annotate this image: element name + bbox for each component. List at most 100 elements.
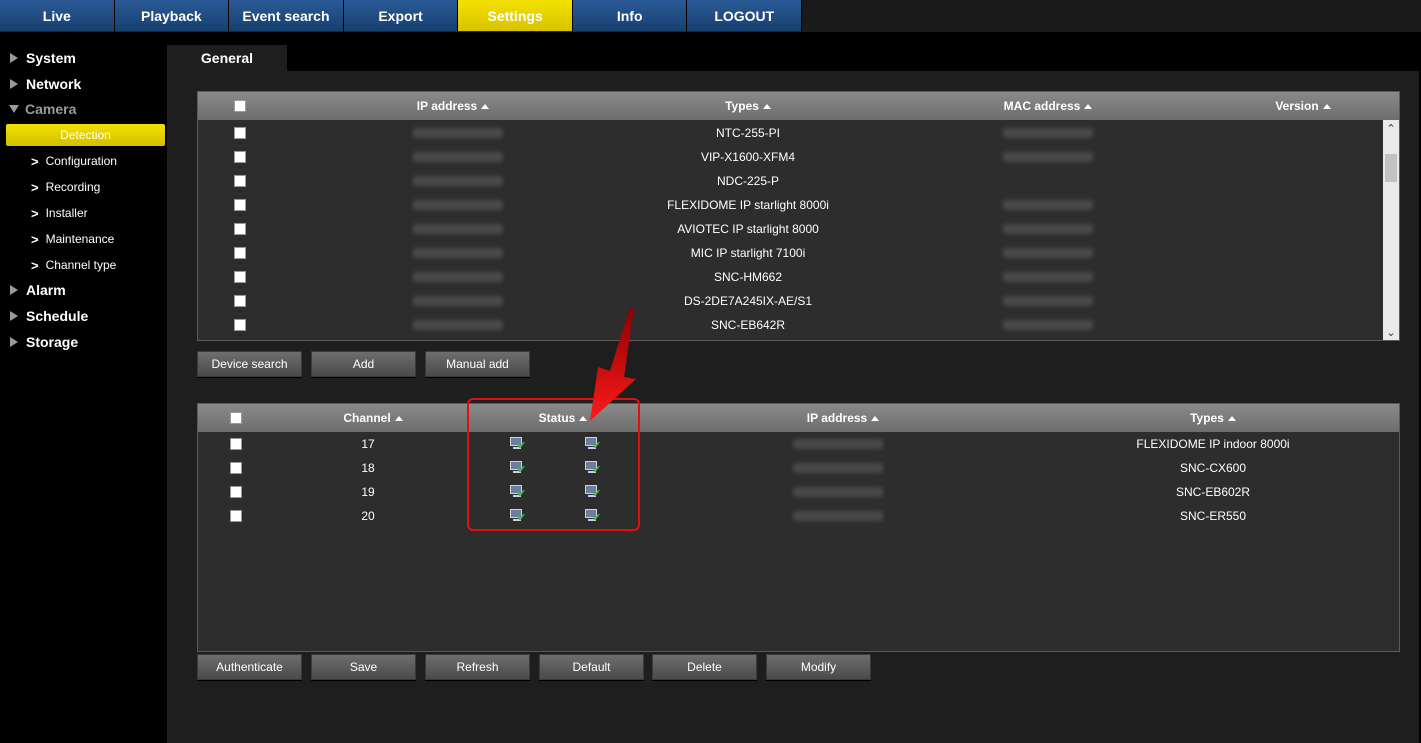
chevron-right-icon: > bbox=[31, 205, 39, 221]
refresh-button[interactable]: Refresh bbox=[425, 654, 530, 680]
authenticate-button[interactable]: Authenticate bbox=[197, 654, 302, 680]
default-button[interactable]: Default bbox=[539, 654, 644, 680]
chevron-down-icon[interactable]: ⌄ bbox=[1383, 324, 1399, 340]
sidebar-item-schedule[interactable]: Schedule bbox=[0, 305, 167, 327]
save-button[interactable]: Save bbox=[311, 654, 416, 680]
table-row[interactable]: DS-2DE7A245IX-AE/S1 bbox=[198, 289, 1399, 313]
sidebar-item-installer[interactable]: > Installer bbox=[0, 202, 167, 224]
column-header-types[interactable]: Types bbox=[1148, 404, 1278, 432]
channel-table: Channel Status IP address Types 17 ✔ ✔ F… bbox=[197, 403, 1400, 652]
table-row[interactable]: SNC-EB642R bbox=[198, 313, 1399, 337]
sidebar-item-channel-type[interactable]: > Channel type bbox=[0, 254, 167, 276]
row-checkbox[interactable] bbox=[230, 486, 242, 498]
column-header-types[interactable]: Types bbox=[673, 92, 823, 120]
table-row[interactable]: NDC-225-P bbox=[198, 169, 1399, 193]
chevron-up-icon[interactable]: ⌃ bbox=[1383, 120, 1399, 136]
sidebar-item-label: Network bbox=[26, 76, 82, 92]
table-row[interactable]: 19 ✔ ✔ SNC-EB602R bbox=[198, 480, 1399, 504]
row-checkbox[interactable] bbox=[234, 295, 246, 307]
table-row[interactable]: AVIOTEC IP starlight 8000 bbox=[198, 217, 1399, 241]
row-checkbox-cell bbox=[224, 480, 248, 504]
row-checkbox[interactable] bbox=[230, 438, 242, 450]
channel-cell: 19 bbox=[361, 485, 375, 499]
column-header-version[interactable]: Version bbox=[1248, 92, 1358, 120]
row-checkbox[interactable] bbox=[234, 151, 246, 163]
redacted-ip bbox=[793, 439, 883, 449]
sort-up-icon bbox=[481, 103, 490, 109]
select-all-checkbox[interactable] bbox=[234, 100, 246, 112]
column-header-mac[interactable]: MAC address bbox=[968, 92, 1128, 120]
tab-info[interactable]: Info bbox=[572, 0, 687, 32]
sidebar-item-detection[interactable]: Detection bbox=[6, 124, 165, 146]
tab-live[interactable]: Live bbox=[0, 0, 114, 32]
modify-button[interactable]: Modify bbox=[766, 654, 871, 680]
device-search-button[interactable]: Device search bbox=[197, 351, 302, 377]
row-checkbox[interactable] bbox=[230, 510, 242, 522]
sidebar-item-maintenance[interactable]: > Maintenance bbox=[0, 228, 167, 250]
mac-cell bbox=[988, 193, 1108, 217]
type-cell: MIC IP starlight 7100i bbox=[690, 246, 806, 260]
sidebar-item-label: Channel type bbox=[45, 258, 117, 272]
column-header-channel[interactable]: Channel bbox=[318, 404, 428, 432]
tab-logout[interactable]: LOGOUT bbox=[687, 0, 802, 32]
row-checkbox[interactable] bbox=[234, 199, 246, 211]
table-row[interactable]: NTC-255-PI bbox=[198, 121, 1399, 145]
redacted-ip bbox=[413, 200, 503, 210]
tab-settings[interactable]: Settings bbox=[458, 0, 572, 32]
sidebar-item-configuration[interactable]: > Configuration bbox=[0, 150, 167, 172]
sidebar-item-system[interactable]: System bbox=[0, 47, 167, 69]
select-all-checkbox[interactable] bbox=[230, 412, 242, 424]
delete-button[interactable]: Delete bbox=[652, 654, 757, 680]
device-table-header: IP address Types MAC address Version bbox=[198, 92, 1399, 120]
channel-cell: 18 bbox=[361, 461, 375, 475]
add-button[interactable]: Add bbox=[311, 351, 416, 377]
sidebar-item-label: Configuration bbox=[45, 154, 117, 168]
redacted-ip bbox=[413, 272, 503, 282]
row-checkbox[interactable] bbox=[234, 127, 246, 139]
row-checkbox[interactable] bbox=[234, 223, 246, 235]
top-navigation: Live Playback Event search Export Settin… bbox=[0, 0, 802, 32]
table-row[interactable]: 17 ✔ ✔ FLEXIDOME IP indoor 8000i bbox=[198, 432, 1399, 456]
table-row[interactable]: FLEXIDOME IP starlight 8000i bbox=[198, 193, 1399, 217]
tab-playback[interactable]: Playback bbox=[114, 0, 229, 32]
row-checkbox[interactable] bbox=[230, 462, 242, 474]
sidebar-item-alarm[interactable]: Alarm bbox=[0, 279, 167, 301]
column-header-ip[interactable]: IP address bbox=[378, 92, 528, 120]
row-checkbox[interactable] bbox=[234, 319, 246, 331]
column-header-ip[interactable]: IP address bbox=[768, 404, 918, 432]
type-cell: VIP-X1600-XFM4 bbox=[700, 150, 796, 164]
mac-cell bbox=[988, 289, 1108, 313]
type-cell: FLEXIDOME IP indoor 8000i bbox=[1136, 437, 1290, 451]
sidebar-item-recording[interactable]: > Recording bbox=[0, 176, 167, 198]
sidebar-item-camera[interactable]: Camera bbox=[0, 98, 167, 120]
manual-add-button[interactable]: Manual add bbox=[425, 351, 530, 377]
tab-export[interactable]: Export bbox=[343, 0, 458, 32]
tab-general[interactable]: General bbox=[167, 45, 287, 71]
row-checkbox-cell bbox=[228, 241, 252, 265]
redacted-ip bbox=[413, 248, 503, 258]
redacted-ip bbox=[413, 128, 503, 138]
ip-cell bbox=[788, 504, 888, 528]
row-checkbox[interactable] bbox=[234, 247, 246, 259]
device-table-scrollbar[interactable]: ⌃ ⌄ bbox=[1383, 120, 1399, 340]
row-checkbox[interactable] bbox=[234, 175, 246, 187]
redacted-mac bbox=[1003, 272, 1093, 282]
table-row[interactable]: 20 ✔ ✔ SNC-ER550 bbox=[198, 504, 1399, 528]
table-row[interactable]: VIP-X1600-XFM4 bbox=[198, 145, 1399, 169]
table-row[interactable]: MIC IP starlight 7100i bbox=[198, 241, 1399, 265]
table-row[interactable]: 18 ✔ ✔ SNC-CX600 bbox=[198, 456, 1399, 480]
sidebar-item-storage[interactable]: Storage bbox=[0, 331, 167, 353]
type-cell: SNC-EB602R bbox=[1175, 485, 1251, 499]
select-all-checkbox-cell bbox=[224, 404, 248, 432]
channel-table-header: Channel Status IP address Types bbox=[198, 404, 1399, 432]
ip-cell bbox=[408, 313, 508, 337]
sidebar-item-network[interactable]: Network bbox=[0, 73, 167, 95]
triangle-right-icon bbox=[10, 337, 18, 347]
mac-cell bbox=[988, 121, 1108, 145]
row-checkbox[interactable] bbox=[234, 271, 246, 283]
table-row[interactable]: SNC-HM662 bbox=[198, 265, 1399, 289]
sidebar-item-label: Detection bbox=[60, 128, 111, 142]
scrollbar-thumb[interactable] bbox=[1385, 154, 1397, 182]
chevron-right-icon: > bbox=[31, 179, 39, 195]
tab-event-search[interactable]: Event search bbox=[229, 0, 343, 32]
